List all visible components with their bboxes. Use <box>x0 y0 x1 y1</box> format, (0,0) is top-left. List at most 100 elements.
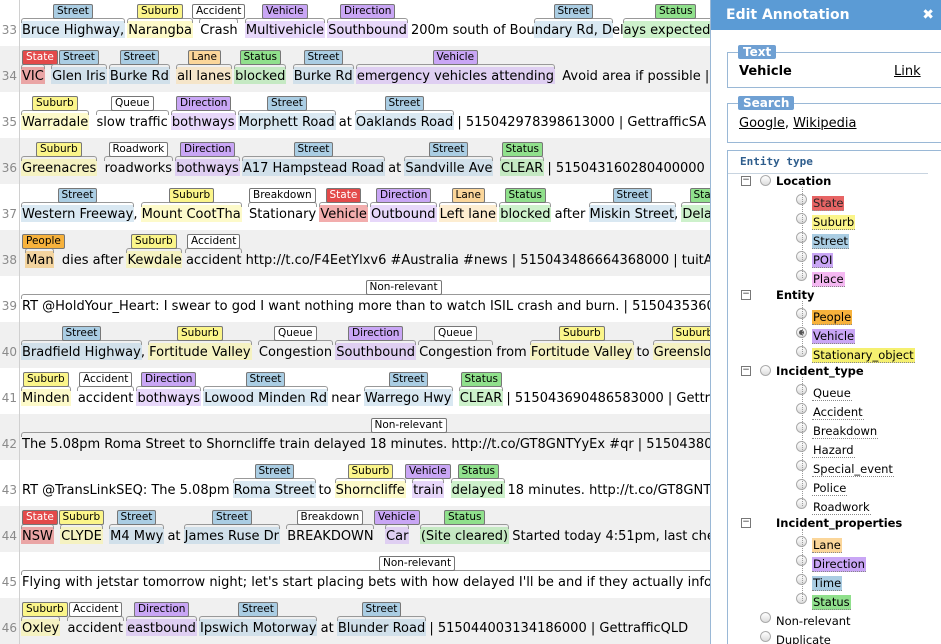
collapse-icon[interactable]: − <box>741 366 751 376</box>
collapse-icon[interactable]: − <box>741 290 751 300</box>
entity-type-label: Direction <box>812 557 866 572</box>
annotation-tag-suburb[interactable]: Suburb <box>22 602 68 617</box>
close-icon[interactable]: ✖ <box>922 0 934 30</box>
gutter-line <box>19 414 20 460</box>
annotation-tag-queue[interactable]: Queue <box>434 326 477 341</box>
entity-type-label: Vehicle <box>812 329 856 344</box>
annotation-tag-lane[interactable]: Lane <box>187 50 221 65</box>
annotation-tag-suburb[interactable]: Suburb <box>177 326 223 341</box>
annotation-tag-accident[interactable]: Accident <box>187 234 241 249</box>
annotation-tag-street[interactable]: Street <box>212 510 252 525</box>
annotation-tag-street[interactable]: Street <box>293 142 334 157</box>
annotation-tag-street[interactable]: Street <box>53 4 93 19</box>
annotation-tag-suburb[interactable]: Suburb <box>58 510 105 525</box>
annotation-tag-street[interactable]: Street <box>612 188 653 203</box>
annotation-tag-street[interactable]: Street <box>119 50 160 65</box>
annotation-tag-street[interactable]: Street <box>388 372 429 387</box>
annotation-tag-breakdown[interactable]: Breakdown <box>249 188 316 203</box>
annotation-tag-suburb[interactable]: Suburb <box>32 96 78 111</box>
radio-button[interactable] <box>760 631 771 642</box>
doc-line: 34 VIC Glen Iris Burke Rd all lanes block… <box>0 46 710 92</box>
search-fieldset: Search Google, Wikipedia <box>727 96 941 143</box>
annotation-tag-state[interactable]: State <box>22 50 58 65</box>
annotation-tag-suburb[interactable]: Suburb <box>347 464 394 479</box>
entity-type-label: Time <box>812 576 843 591</box>
annotation-tag-lane[interactable]: Lane <box>451 188 485 203</box>
annotation-tag-roadwork[interactable]: Roadwork <box>108 142 169 157</box>
annotation-tag-street[interactable]: Street <box>361 602 402 617</box>
annotation-tag-suburb[interactable]: Suburb <box>36 142 82 157</box>
google-search-link[interactable]: Google <box>739 116 785 131</box>
annotation-tag-state[interactable]: State <box>22 510 58 525</box>
annotation-tag-street[interactable]: Street <box>57 188 98 203</box>
doc-line: 39 RT @HoldYour_Heart: I swear to god I w… <box>0 276 710 322</box>
collapse-icon[interactable]: − <box>741 518 751 528</box>
annotation-tag-status[interactable]: Status <box>655 4 697 19</box>
annotation-tag-street[interactable]: Street <box>384 96 425 111</box>
annotation-tag-suburb[interactable]: Suburb <box>168 188 215 203</box>
annotation-tag-queue[interactable]: Queue <box>111 96 154 111</box>
annotation-tag-people[interactable]: People <box>22 234 65 249</box>
annotation-tag-direction[interactable]: Direction <box>176 96 232 111</box>
annotation-tag-status[interactable]: Status <box>444 510 486 525</box>
annotation-tag-street[interactable]: Street <box>428 142 469 157</box>
collapse-icon[interactable]: − <box>741 176 751 186</box>
entity-type-label: POI <box>812 253 834 268</box>
radio-button[interactable] <box>760 175 771 186</box>
entity-type-label: Street <box>812 234 849 249</box>
annotation-tag-status[interactable]: Status <box>501 142 543 157</box>
annotation-tag-direction[interactable]: Direction <box>340 4 396 19</box>
annotation-tag-suburb[interactable]: Suburb <box>671 326 710 341</box>
annotation-tag-direction[interactable]: Direction <box>376 188 432 203</box>
annotation-tag-accident[interactable]: Accident <box>192 4 246 19</box>
annotation-tag-suburb[interactable]: Suburb <box>559 326 605 341</box>
annotation-tag-suburb[interactable]: Suburb <box>137 4 183 19</box>
annotation-tag-street[interactable]: Street <box>238 602 278 617</box>
annotation-document: 33 Bruce Highway, Narangba Crash Multiveh… <box>0 0 710 644</box>
annotation-tag-vehicle[interactable]: Vehicle <box>405 464 451 479</box>
annotation-tag-street[interactable]: Street <box>59 50 99 65</box>
annotation-tag-street[interactable]: Street <box>553 4 594 19</box>
annotation-tag-vehicle[interactable]: Vehicle <box>432 50 479 65</box>
annotation-tag-queue[interactable]: Queue <box>274 326 317 341</box>
annotation-tag-status[interactable]: Status <box>239 50 281 65</box>
annotation-tag-non-relevant[interactable]: Non-relevant <box>370 418 447 433</box>
annotation-tag-status[interactable]: Status <box>689 188 710 203</box>
annotation-tag-direction[interactable]: Direction <box>348 326 404 341</box>
line-text: Warradale slow traffic bothways Morphett… <box>22 115 707 130</box>
annotation-tag-street[interactable]: Street <box>116 510 157 525</box>
annotation-tag-direction[interactable]: Direction <box>141 372 197 387</box>
annotation-tag-suburb[interactable]: Suburb <box>131 234 177 249</box>
annotation-tag-street[interactable]: Street <box>61 326 102 341</box>
annotation-tag-status[interactable]: Status <box>457 464 499 479</box>
line-text: Man dies after Kewdale accident http://t… <box>26 253 710 268</box>
annotation-tag-vehicle[interactable]: Vehicle <box>262 4 308 19</box>
annotation-tag-breakdown[interactable]: Breakdown <box>296 510 364 525</box>
wikipedia-search-link[interactable]: Wikipedia <box>793 116 856 131</box>
entity-type-label: Lane <box>812 538 842 553</box>
doc-line: 46 Oxley accident eastbound Ipswich Motor… <box>0 598 710 644</box>
radio-button[interactable] <box>760 612 771 623</box>
radio-button[interactable] <box>760 365 771 376</box>
annotation-tag-street[interactable]: Street <box>245 372 286 387</box>
annotation-tag-street[interactable]: Street <box>303 50 344 65</box>
annotation-tag-vehicle[interactable]: Vehicle <box>374 510 420 525</box>
annotation-tag-accident[interactable]: Accident <box>79 372 133 387</box>
annotation-tag-accident[interactable]: Accident <box>69 602 123 617</box>
annotation-tag-non-relevant[interactable]: Non-relevant <box>365 280 442 295</box>
line-text: The 5.08pm Roma Street to Shorncliffe tr… <box>22 437 710 452</box>
line-text: Flying with jetstar tomorrow night; let'… <box>22 575 710 590</box>
annotation-tag-status[interactable]: Status <box>504 188 546 203</box>
annotation-tag-direction[interactable]: Direction <box>180 142 236 157</box>
entity-type-label: People <box>812 310 853 325</box>
link-button[interactable]: Link <box>894 64 921 79</box>
annotation-tag-street[interactable]: Street <box>267 96 307 111</box>
annotation-tag-non-relevant[interactable]: Non-relevant <box>379 556 456 571</box>
annotation-tag-suburb[interactable]: Suburb <box>23 372 69 387</box>
annotation-tag-street[interactable]: Street <box>254 464 295 479</box>
annotation-tag-state[interactable]: State <box>325 188 362 203</box>
doc-line: 45 Flying with jetstar tomorrow night; le… <box>0 552 710 598</box>
annotation-tag-status[interactable]: Status <box>460 372 502 387</box>
search-separator: , <box>784 116 794 131</box>
annotation-tag-direction[interactable]: Direction <box>134 602 190 617</box>
